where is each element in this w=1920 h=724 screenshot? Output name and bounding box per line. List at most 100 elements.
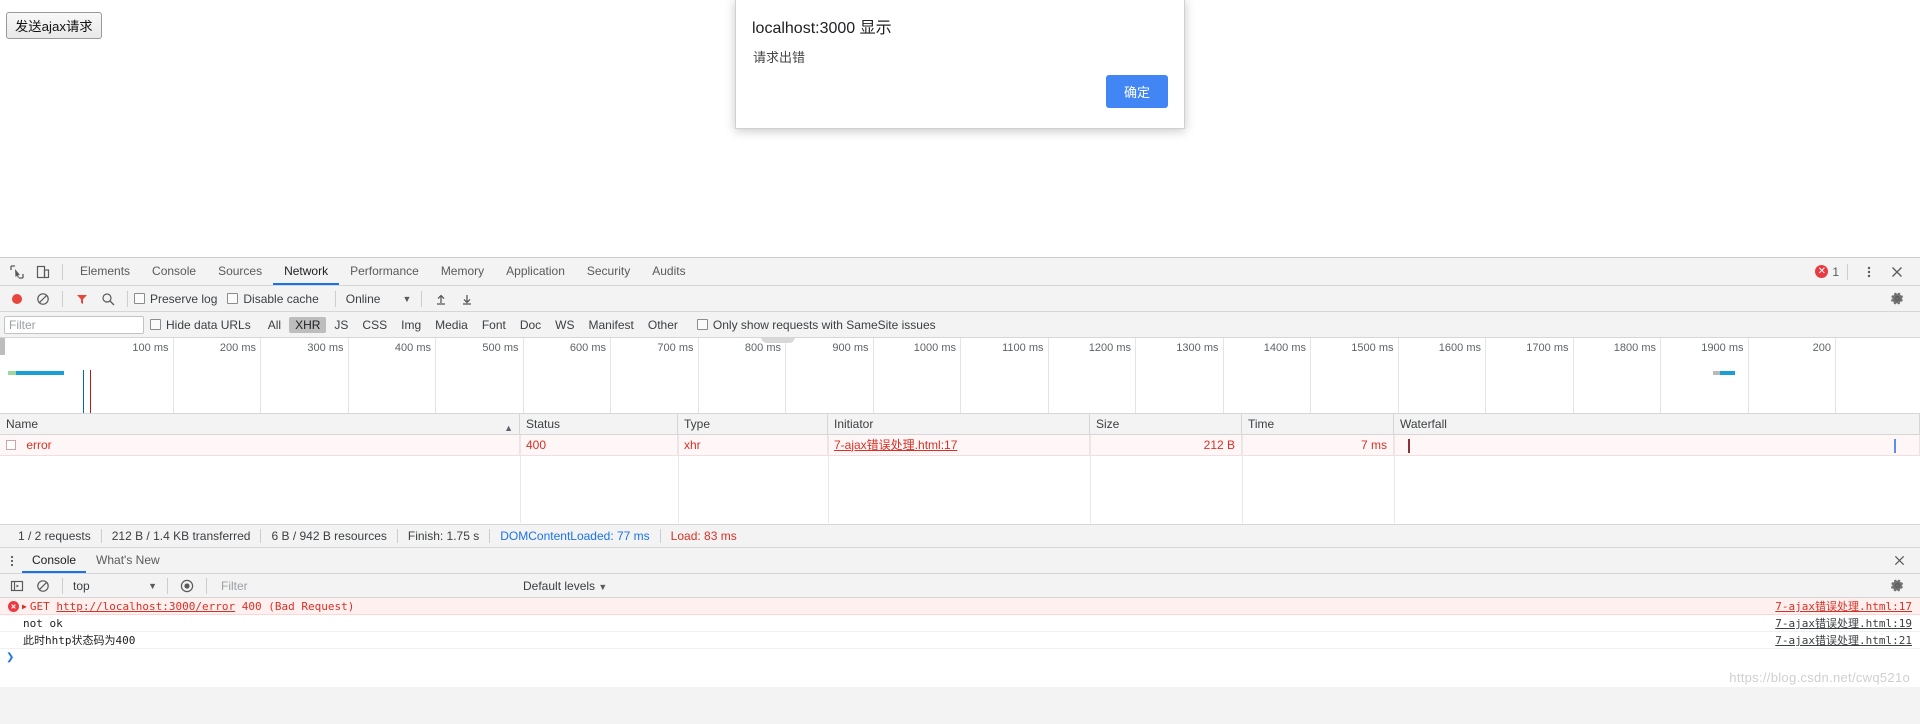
- type-chip-doc[interactable]: Doc: [514, 317, 547, 333]
- drawer-tab-whats-new[interactable]: What's New: [86, 548, 170, 573]
- drawer-resize-handle[interactable]: [761, 338, 795, 343]
- console-message-source-link[interactable]: 7-ajax错误处理.html:17: [1775, 598, 1912, 615]
- divider: [62, 290, 63, 307]
- timeline-tick-label: 1500 ms: [1351, 342, 1394, 354]
- console-message-log[interactable]: not ok 7-ajax错误处理.html:19: [0, 615, 1920, 632]
- type-chip-js[interactable]: JS: [328, 317, 354, 333]
- console-sidebar-icon[interactable]: [4, 574, 30, 598]
- message-url-link[interactable]: http://localhost:3000/error: [56, 600, 235, 613]
- type-chip-media[interactable]: Media: [429, 317, 474, 333]
- error-circle-icon: [6, 600, 20, 612]
- live-expression-icon[interactable]: [174, 574, 200, 598]
- tab-performance[interactable]: Performance: [339, 258, 430, 285]
- type-chip-manifest[interactable]: Manifest: [583, 317, 640, 333]
- close-icon[interactable]: [1886, 549, 1912, 573]
- column-header-name[interactable]: Name ▲: [0, 413, 520, 435]
- column-header-size[interactable]: Size: [1090, 413, 1242, 435]
- timeline-tick-label: 800 ms: [744, 342, 781, 354]
- request-time: 7 ms: [1242, 434, 1394, 456]
- timeline-tick-line: [1310, 338, 1311, 413]
- type-chip-img[interactable]: Img: [395, 317, 427, 333]
- table-row[interactable]: error 400 xhr 7-ajax错误处理.html:17 212 B 7…: [0, 434, 1920, 456]
- timeline-tick-label: 400 ms: [394, 342, 431, 354]
- console-levels-select[interactable]: Default levels ▼: [523, 579, 607, 593]
- alert-origin-title: localhost:3000 显示: [752, 20, 892, 37]
- import-har-icon[interactable]: [428, 287, 454, 311]
- tab-memory[interactable]: Memory: [430, 258, 495, 285]
- type-chip-ws[interactable]: WS: [549, 317, 580, 333]
- alert-ok-button[interactable]: 确定: [1106, 75, 1168, 108]
- tab-sources[interactable]: Sources: [207, 258, 273, 285]
- console-prompt[interactable]: ❯: [0, 649, 1920, 666]
- filter-icon[interactable]: [69, 287, 95, 311]
- error-count-badge[interactable]: ✕ 1: [1815, 265, 1839, 279]
- hide-data-urls-label: Hide data URLs: [166, 317, 251, 332]
- message-suffix: 400 (Bad Request): [235, 599, 355, 613]
- type-chip-font[interactable]: Font: [476, 317, 512, 333]
- console-message-error[interactable]: ▶ GET http://localhost:3000/error 400 (B…: [0, 598, 1920, 615]
- timeline-tick-line: [172, 338, 174, 413]
- hide-data-urls-checkbox[interactable]: Hide data URLs: [150, 318, 251, 332]
- chevron-down-icon: ▼: [148, 580, 157, 591]
- inspect-element-icon[interactable]: [4, 260, 30, 284]
- column-header-time[interactable]: Time: [1242, 413, 1394, 435]
- expand-triangle-icon[interactable]: ▶: [22, 602, 27, 611]
- request-name: error: [26, 437, 52, 452]
- more-options-icon[interactable]: [2, 549, 22, 573]
- timeline-tick-label: 500 ms: [482, 342, 519, 354]
- type-chip-other[interactable]: Other: [642, 317, 684, 333]
- prompt-caret-icon: ❯: [6, 652, 15, 663]
- preserve-log-checkbox[interactable]: Preserve log: [134, 292, 217, 306]
- tab-elements[interactable]: Elements: [69, 258, 141, 285]
- console-message-source-link[interactable]: 7-ajax错误处理.html:21: [1775, 632, 1912, 649]
- network-timeline-overview[interactable]: 100 ms 200 ms 300 ms 400 ms 500 ms 600 ms 700 …: [0, 338, 1920, 414]
- tab-application[interactable]: Application: [495, 258, 576, 285]
- search-icon[interactable]: [95, 287, 121, 311]
- request-waterfall-cell: [1394, 434, 1920, 456]
- send-ajax-request-button[interactable]: 发送ajax请求: [6, 12, 102, 39]
- clear-console-icon[interactable]: [30, 574, 56, 598]
- throttling-value: Online: [345, 291, 381, 306]
- close-icon[interactable]: [1884, 260, 1910, 284]
- throttling-select[interactable]: Online ▼: [342, 292, 416, 306]
- tab-network[interactable]: Network: [273, 258, 339, 285]
- divider: [167, 577, 168, 594]
- console-message-source-link[interactable]: 7-ajax错误处理.html:19: [1775, 615, 1912, 632]
- divider: [334, 290, 336, 307]
- column-divider: [520, 435, 521, 523]
- tab-audits[interactable]: Audits: [641, 258, 696, 285]
- more-options-icon[interactable]: [1856, 260, 1882, 284]
- checkbox-box: [150, 319, 161, 330]
- type-chip-xhr[interactable]: XHR: [289, 316, 327, 333]
- waterfall-marker: [1894, 438, 1896, 453]
- device-toolbar-icon[interactable]: [30, 260, 56, 284]
- record-icon[interactable]: [4, 287, 30, 311]
- tab-console[interactable]: Console: [141, 258, 207, 285]
- settings-gear-icon[interactable]: [1884, 574, 1910, 598]
- column-header-status[interactable]: Status: [520, 413, 678, 435]
- table-empty-space: [0, 456, 1920, 523]
- settings-gear-icon[interactable]: [1884, 287, 1910, 311]
- timeline-tick-label: 900 ms: [832, 342, 869, 354]
- console-message-list: ▶ GET http://localhost:3000/error 400 (B…: [0, 598, 1920, 687]
- column-header-waterfall[interactable]: Waterfall: [1394, 413, 1920, 435]
- request-initiator-link[interactable]: 7-ajax错误处理.html:17: [834, 438, 957, 452]
- column-header-type[interactable]: Type: [678, 413, 828, 435]
- type-chip-css[interactable]: CSS: [356, 317, 393, 333]
- samesite-issues-checkbox[interactable]: Only show requests with SameSite issues: [696, 318, 936, 332]
- tab-security[interactable]: Security: [576, 258, 641, 285]
- console-message-log[interactable]: 此时hhtp状态码为400 7-ajax错误处理.html:21: [0, 632, 1920, 649]
- export-har-icon[interactable]: [454, 287, 480, 311]
- column-header-initiator[interactable]: Initiator: [828, 413, 1090, 435]
- console-context-select[interactable]: top ▼: [69, 579, 161, 593]
- drawer-tab-console[interactable]: Console: [22, 548, 86, 573]
- clear-icon[interactable]: [30, 287, 56, 311]
- request-row-checkbox[interactable]: [6, 439, 16, 450]
- type-chip-all[interactable]: All: [262, 317, 287, 333]
- summary-load: Load: 83 ms: [670, 529, 737, 543]
- drawer-tab-strip: Console What's New: [0, 548, 1920, 574]
- divider: [206, 577, 207, 594]
- console-filter-input[interactable]: [219, 576, 509, 595]
- disable-cache-checkbox[interactable]: Disable cache: [227, 292, 319, 306]
- network-filter-input[interactable]: [4, 315, 144, 334]
